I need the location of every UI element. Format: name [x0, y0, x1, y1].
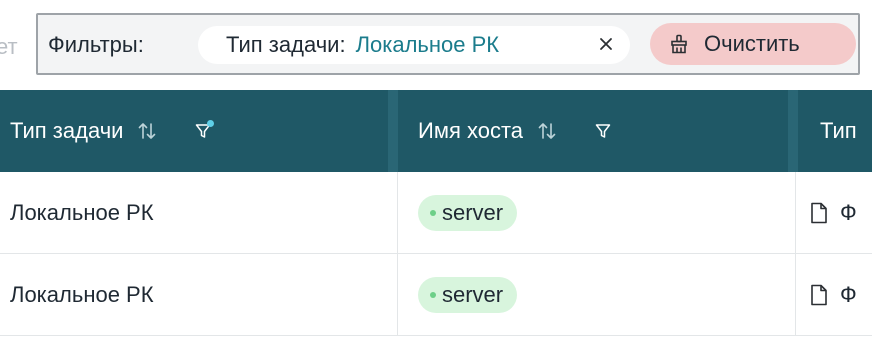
broom-icon — [668, 33, 690, 55]
status-dot — [430, 209, 436, 216]
host-tag-label: server — [442, 281, 504, 307]
table-header: Тип задачи Имя хоста Тип — [0, 90, 872, 172]
filter-chip-value: Локальное РК — [355, 32, 500, 57]
cell-type: Ф — [796, 172, 872, 253]
filter-active-indicator — [207, 120, 215, 127]
filter-icon[interactable] — [595, 123, 611, 139]
host-tag: server — [418, 276, 518, 313]
filter-bar: ет Фильтры: Тип задачи: Локальное РК Очи… — [0, 0, 872, 90]
clear-filters-label: Очистить — [704, 31, 800, 56]
host-tag: server — [418, 194, 518, 231]
truncated-text: ет — [0, 34, 18, 59]
type-text: Ф — [840, 281, 857, 307]
clear-filters-button[interactable]: Очистить — [650, 23, 856, 65]
table-row[interactable]: Локальное РК server Ф — [0, 254, 872, 336]
cell-task-type: Локальное РК — [0, 172, 398, 253]
column-header-task-type[interactable]: Тип задачи — [0, 90, 388, 172]
filter-icon[interactable] — [195, 120, 215, 139]
task-type-text: Локальное РК — [10, 199, 154, 225]
cell-host-name: server — [398, 172, 796, 253]
column-header-host-name[interactable]: Имя хоста — [398, 90, 786, 172]
status-dot — [430, 291, 436, 298]
column-resize-handle[interactable] — [388, 90, 398, 172]
close-icon[interactable] — [596, 34, 616, 54]
filters-label: Фильтры: — [48, 32, 144, 57]
document-icon — [810, 202, 828, 224]
tasks-table: Тип задачи Имя хоста Тип Локальное РК se… — [0, 90, 872, 344]
column-header-label: Тип — [820, 118, 857, 143]
column-resize-handle[interactable] — [788, 90, 798, 172]
column-header-label: Имя хоста — [418, 118, 524, 143]
task-type-text: Локальное РК — [10, 281, 154, 307]
type-text: Ф — [840, 199, 857, 225]
cell-host-name: server — [398, 254, 796, 335]
page: ет Фильтры: Тип задачи: Локальное РК Очи… — [0, 0, 872, 344]
sort-icon[interactable] — [537, 122, 557, 140]
host-tag-label: server — [442, 199, 504, 225]
cell-type: Ф — [796, 254, 872, 335]
filter-chip-task-type[interactable]: Тип задачи: Локальное РК — [198, 26, 630, 64]
column-header-label: Тип задачи — [10, 118, 124, 143]
active-filters-panel: Фильтры: Тип задачи: Локальное РК Очисти… — [36, 13, 860, 75]
column-header-type[interactable]: Тип — [798, 90, 872, 172]
filter-chip-key: Тип задачи: — [226, 32, 346, 57]
cell-task-type: Локальное РК — [0, 254, 398, 335]
document-icon — [810, 284, 828, 306]
table-row[interactable]: Локальное РК server Ф — [0, 172, 872, 254]
sort-icon[interactable] — [137, 122, 157, 140]
